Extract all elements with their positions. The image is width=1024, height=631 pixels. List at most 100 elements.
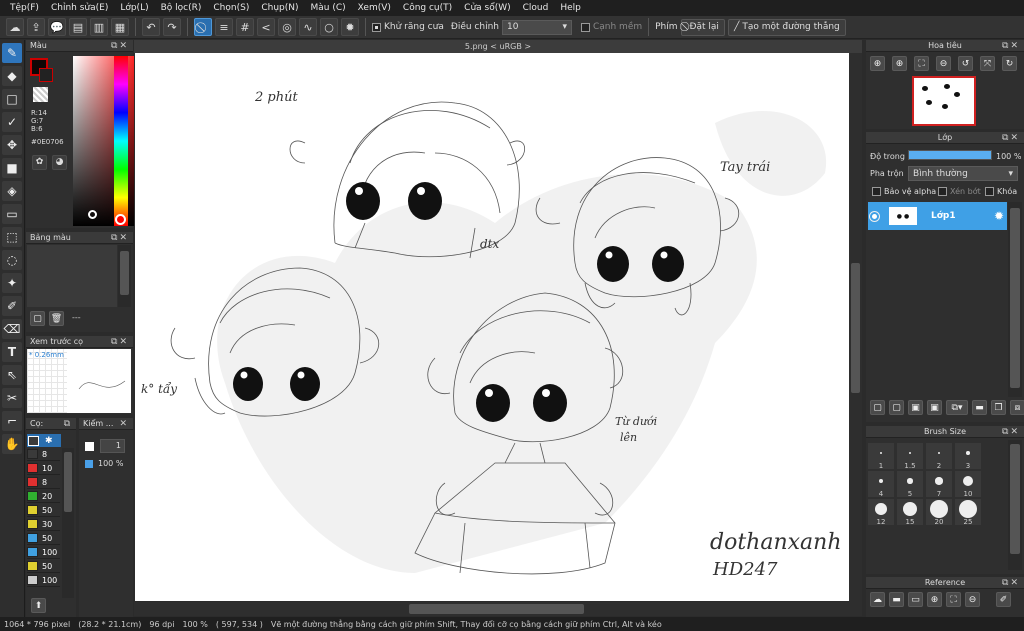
- layer-scrollbar[interactable]: [1008, 202, 1022, 397]
- brush-list-scrollbar[interactable]: [62, 448, 74, 598]
- blend-mode-select[interactable]: Bình thường ▾: [908, 166, 1018, 181]
- rotate-left-icon[interactable]: ↺: [958, 56, 973, 71]
- undo-icon[interactable]: ↶: [142, 18, 160, 36]
- reset-button[interactable]: ⃠ Đặt lại: [680, 18, 725, 36]
- picker-cursor[interactable]: [88, 210, 97, 219]
- move-tool-icon[interactable]: ✥: [2, 135, 22, 155]
- concentric-snap-icon[interactable]: ◎: [278, 18, 296, 36]
- new-palette-icon[interactable]: ▢: [30, 311, 45, 326]
- palette-icon[interactable]: ✿: [32, 155, 47, 170]
- make-line-button[interactable]: ╱ Tạo một đường thẳng: [727, 18, 846, 36]
- circle-snap-icon[interactable]: ○: [320, 18, 338, 36]
- brush-item[interactable]: 30: [27, 518, 60, 531]
- select-eraser-tool-icon[interactable]: ⌫: [2, 319, 22, 339]
- brush-item[interactable]: 100: [27, 546, 60, 559]
- merge-layer-icon[interactable]: ⧈: [1010, 400, 1024, 415]
- opacity-slider[interactable]: [908, 150, 992, 160]
- open-folder-icon[interactable]: ▬: [889, 592, 904, 607]
- brush-size-cell[interactable]: 5: [897, 471, 923, 498]
- brush-size-scrollbar[interactable]: [1008, 440, 1022, 570]
- lasso-tool-icon[interactable]: ◌: [2, 250, 22, 270]
- panel-controls-icon[interactable]: ⧉✕: [111, 337, 129, 347]
- new-layer-icon[interactable]: ▢: [870, 400, 885, 415]
- correction-select[interactable]: 10 ▾: [501, 19, 572, 35]
- zoom-in-alt-icon[interactable]: ⊕: [892, 56, 907, 71]
- brush-item[interactable]: 50: [27, 504, 60, 517]
- brush-size-cell[interactable]: 1: [868, 443, 894, 470]
- operation-tool-icon[interactable]: ⇖: [2, 365, 22, 385]
- eyedropper-tool-icon[interactable]: ⌐: [2, 411, 22, 431]
- settings-snap-icon[interactable]: ✹: [341, 18, 359, 36]
- color-mix-icon[interactable]: ◕: [52, 155, 67, 170]
- delete-palette-icon[interactable]: 🗑: [49, 311, 64, 326]
- cloud-upload-icon[interactable]: ☁: [870, 592, 885, 607]
- panel-controls-icon[interactable]: ⧉: [64, 419, 72, 429]
- menu-edit[interactable]: Chỉnh sửa(E): [45, 0, 114, 16]
- brush-item[interactable]: 20: [27, 490, 60, 503]
- brush-size-cell[interactable]: 10: [955, 471, 981, 498]
- panel-controls-icon[interactable]: ⧉✕: [111, 233, 129, 243]
- brush-size-cell[interactable]: 12: [868, 499, 894, 526]
- panel-controls-icon[interactable]: ⧉✕: [111, 41, 129, 51]
- bucket-tool-icon[interactable]: ◈: [2, 181, 22, 201]
- horizontal-scroll-thumb[interactable]: [409, 604, 584, 614]
- brush-item[interactable]: 50: [27, 560, 60, 573]
- check-tool-icon[interactable]: ✓: [2, 112, 22, 132]
- menu-view[interactable]: Xem(V): [352, 0, 397, 16]
- layer-add-icon[interactable]: ▦: [111, 18, 129, 36]
- fill-rect-tool-icon[interactable]: ■: [2, 158, 22, 178]
- navigator-thumbnail[interactable]: [912, 76, 976, 126]
- brush-tool-icon[interactable]: ✎: [2, 43, 22, 63]
- transparent-color-swatch[interactable]: [33, 87, 48, 102]
- brush-item[interactable]: 50: [27, 532, 60, 545]
- palette-scrollbar[interactable]: [118, 245, 131, 307]
- panel-controls-icon[interactable]: ⧉✕: [1002, 578, 1020, 588]
- parallel-snap-icon[interactable]: ≡: [215, 18, 233, 36]
- no-snap-icon[interactable]: ⃠: [194, 18, 212, 36]
- layer-tool-icon[interactable]: ▥: [90, 18, 108, 36]
- flip-icon[interactable]: ⤧: [980, 56, 995, 71]
- lock-option[interactable]: Khóa: [985, 187, 1017, 196]
- export-icon[interactable]: ⇪: [27, 18, 45, 36]
- zoom-out-icon[interactable]: ⊖: [936, 56, 951, 71]
- canvas-horizontal-scrollbar[interactable]: [134, 602, 862, 616]
- brush-size-cell[interactable]: 15: [897, 499, 923, 526]
- check-value-field[interactable]: 1: [100, 439, 125, 453]
- layer-settings-gear-icon[interactable]: ✹: [994, 209, 1004, 223]
- brush-options-icon[interactable]: ⬆: [31, 598, 46, 613]
- menu-cloud[interactable]: Cloud: [517, 0, 555, 16]
- panel-controls-icon[interactable]: ✕: [119, 419, 129, 429]
- eyedropper-icon[interactable]: ✐: [996, 592, 1011, 607]
- curve-snap-icon[interactable]: ∿: [299, 18, 317, 36]
- antialias-checkbox[interactable]: [372, 22, 381, 32]
- brush-size-cell[interactable]: 3: [955, 443, 981, 470]
- comment-icon[interactable]: 💬: [48, 18, 66, 36]
- soft-edge-checkbox[interactable]: [580, 22, 590, 32]
- select-pen-tool-icon[interactable]: ✐: [2, 296, 22, 316]
- brush-size-cell[interactable]: 1.5: [897, 443, 923, 470]
- panel-controls-icon[interactable]: ⧉✕: [1002, 427, 1020, 437]
- brush-item[interactable]: 8: [27, 448, 60, 461]
- zoom-in-icon[interactable]: ⊕: [870, 56, 885, 71]
- menu-layer[interactable]: Lớp(L): [114, 0, 154, 16]
- grid-snap-icon[interactable]: #: [236, 18, 254, 36]
- fit-icon[interactable]: ⛶: [946, 592, 961, 607]
- zoom-in-icon[interactable]: ⊕: [927, 592, 942, 607]
- menu-help[interactable]: Help: [554, 0, 587, 16]
- menu-capture[interactable]: Chụp(N): [255, 0, 304, 16]
- rotate-right-icon[interactable]: ↻: [1002, 56, 1017, 71]
- new-layer-alt-icon[interactable]: ▢: [889, 400, 904, 415]
- brush-size-cell[interactable]: 25: [955, 499, 981, 526]
- background-color-swatch[interactable]: [39, 68, 53, 82]
- brush-item[interactable]: 8: [27, 476, 60, 489]
- hue-cursor[interactable]: [115, 214, 126, 225]
- drawing-canvas[interactable]: 2 phút Tay trái dtx k° tẩy Từ dưới lên d…: [135, 53, 849, 601]
- magic-wand-tool-icon[interactable]: ✦: [2, 273, 22, 293]
- eraser-tool-icon[interactable]: ◆: [2, 66, 22, 86]
- menu-window[interactable]: Cửa sổ(W): [458, 0, 516, 16]
- gradient-tool-icon[interactable]: ▭: [2, 204, 22, 224]
- canvas-tab[interactable]: 5.png < uRGB >: [134, 40, 862, 53]
- vertical-scroll-thumb[interactable]: [851, 263, 860, 393]
- brush-size-cell[interactable]: 20: [926, 499, 952, 526]
- add-layer-dropdown-icon[interactable]: ⧉▾: [946, 400, 968, 415]
